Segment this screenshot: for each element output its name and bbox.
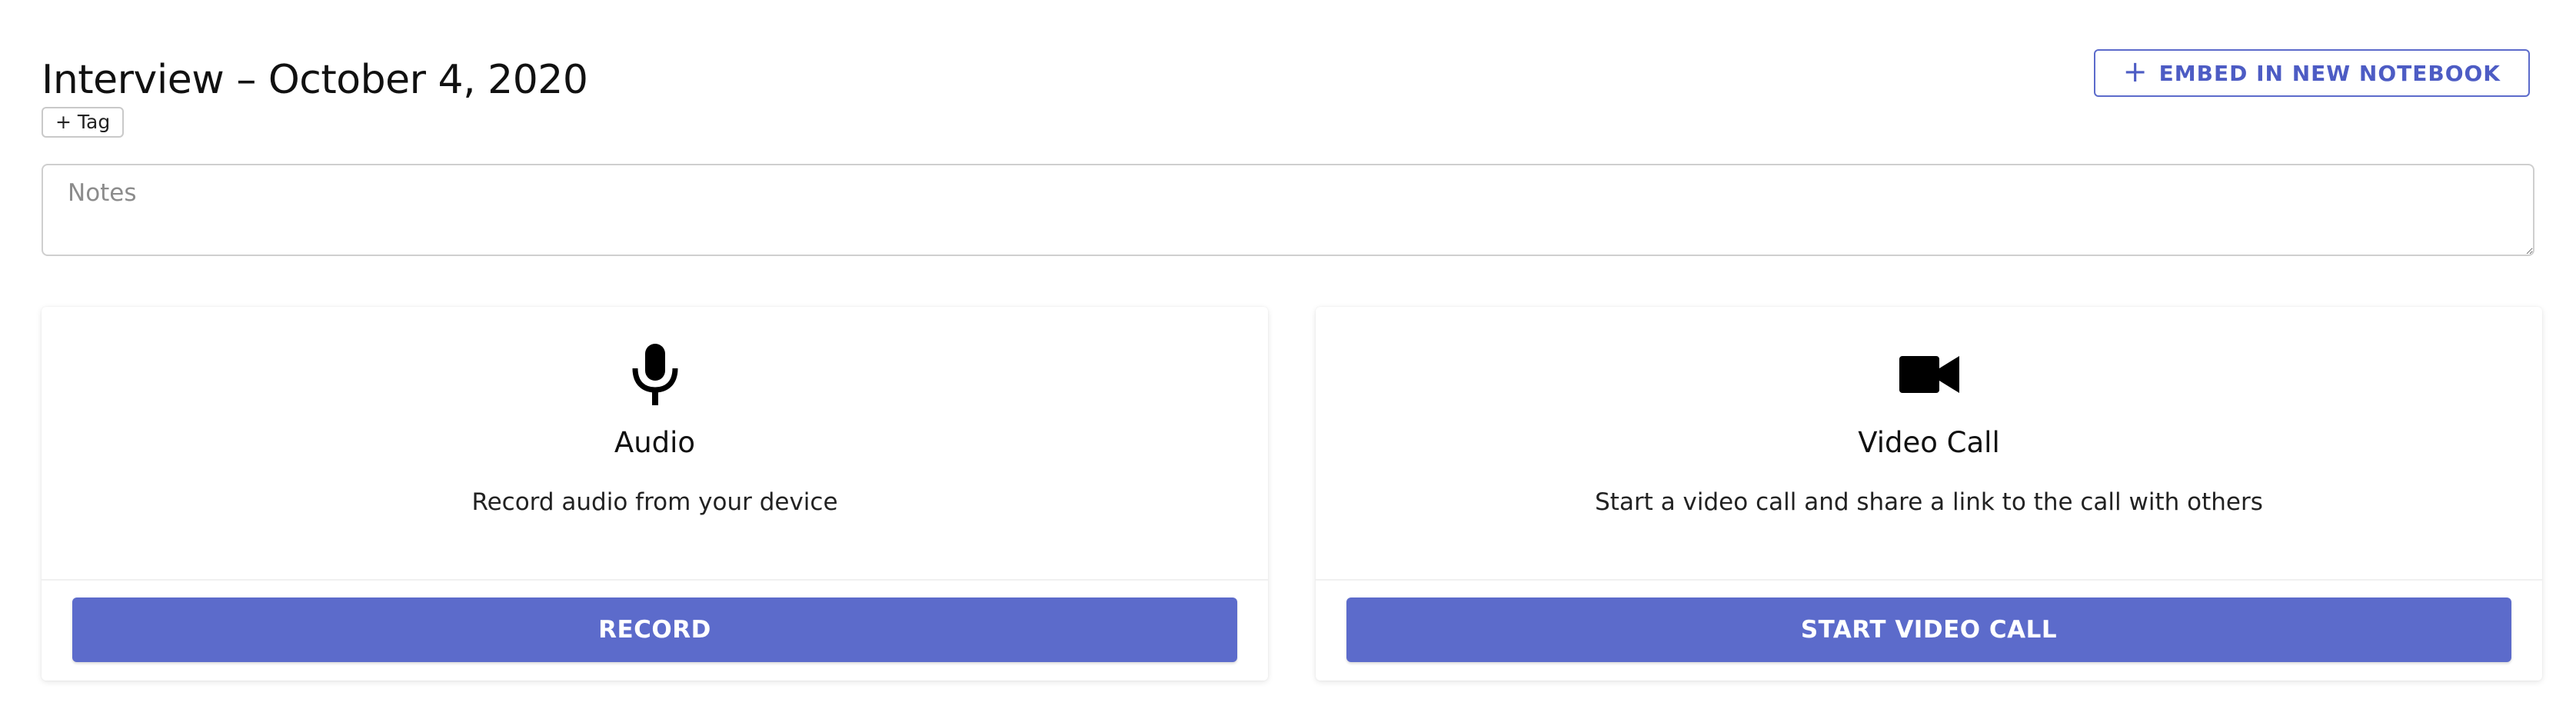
start-video-call-button[interactable]: START VIDEO CALL: [1346, 597, 2511, 662]
plus-icon: +: [2122, 55, 2148, 88]
audio-card-title: Audio: [614, 426, 696, 459]
video-call-card-title: Video Call: [1858, 426, 2000, 459]
audio-card-description: Record audio from your device: [471, 488, 838, 516]
microphone-icon: [42, 342, 1268, 407]
page-title: Interview – October 4, 2020: [42, 57, 588, 103]
card-divider: [1316, 579, 2542, 581]
notes-field[interactable]: [42, 164, 2534, 256]
embed-button-label: EMBED IN NEW NOTEBOOK: [2158, 60, 2501, 86]
embed-in-new-notebook-button[interactable]: + EMBED IN NEW NOTEBOOK: [2093, 49, 2530, 97]
video-call-card-description: Start a video call and share a link to t…: [1595, 488, 2263, 516]
video-camera-icon: [1316, 342, 2542, 407]
audio-card: Audio Record audio from your device RECO…: [42, 307, 1268, 681]
video-call-card: Video Call Start a video call and share …: [1316, 307, 2542, 681]
add-tag-button[interactable]: + Tag: [42, 107, 125, 138]
card-divider: [42, 579, 1268, 581]
record-button[interactable]: RECORD: [72, 597, 1237, 662]
